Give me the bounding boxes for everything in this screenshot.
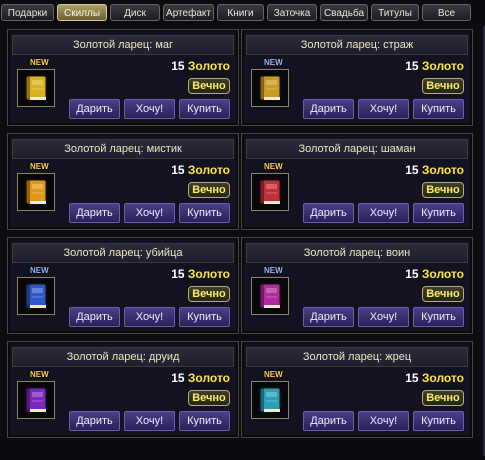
tab-all[interactable]: Все: [422, 4, 471, 21]
want-button[interactable]: Хочу!: [358, 411, 409, 431]
item-title: Золотой ларец: друид: [12, 347, 234, 367]
item-price: 15 Золото: [171, 267, 230, 281]
duration-badge: Вечно: [422, 286, 464, 302]
duration-badge: Вечно: [422, 390, 464, 406]
skill-book-icon: [259, 283, 281, 309]
duration-badge: Вечно: [188, 78, 230, 94]
gift-button[interactable]: Дарить: [69, 203, 120, 223]
item-slot[interactable]: NEW: [17, 266, 55, 315]
shop-item-warrior: Золотой ларец: воин NEW 15 Золото Вечно Дари…: [241, 237, 473, 334]
item-price: 15 Золото: [405, 163, 464, 177]
shop-item-druid: Золотой ларец: друид NEW 15 Золото Вечно Дар…: [7, 341, 239, 438]
buy-button[interactable]: Купить: [179, 99, 230, 119]
shop-item-mystic: Золотой ларец: мистик NEW 15 Золото Вечно Да…: [7, 133, 239, 230]
buy-button[interactable]: Купить: [413, 203, 464, 223]
new-badge: NEW: [264, 58, 283, 67]
want-button[interactable]: Хочу!: [124, 307, 175, 327]
new-badge: NEW: [30, 162, 49, 171]
gift-button[interactable]: Дарить: [303, 411, 354, 431]
item-slot[interactable]: NEW: [17, 162, 55, 211]
new-badge: NEW: [264, 266, 283, 275]
skill-book-icon: [259, 75, 281, 101]
skill-book-icon: [259, 387, 281, 413]
gift-button[interactable]: Дарить: [69, 307, 120, 327]
item-price: 15 Золото: [405, 371, 464, 385]
new-badge: NEW: [30, 58, 49, 67]
tab-sharpening[interactable]: Заточка: [267, 4, 317, 21]
duration-badge: Вечно: [188, 390, 230, 406]
tab-artifact[interactable]: Артефакт: [163, 4, 214, 21]
skill-book-icon: [25, 179, 47, 205]
shop-item-assassin: Золотой ларец: убийца NEW 15 Золото Вечно Да…: [7, 237, 239, 334]
duration-badge: Вечно: [188, 182, 230, 198]
duration-badge: Вечно: [422, 78, 464, 94]
new-badge: NEW: [30, 266, 49, 275]
item-slot[interactable]: NEW: [17, 58, 55, 107]
new-badge: NEW: [264, 370, 283, 379]
item-price: 15 Золото: [171, 59, 230, 73]
item-title: Золотой ларец: маг: [12, 35, 234, 55]
shop-item-mage: Золотой ларец: маг NEW 15 Золото Вечно Дарит…: [7, 29, 239, 126]
buy-button[interactable]: Купить: [179, 411, 230, 431]
item-title: Золотой ларец: шаман: [246, 139, 468, 159]
shop-item-guard: Золотой ларец: страж NEW 15 Золото Вечно Дар…: [241, 29, 473, 126]
tab-disk[interactable]: Диск: [110, 4, 160, 21]
tab-skills[interactable]: Скиллы: [57, 4, 107, 21]
gift-button[interactable]: Дарить: [69, 99, 120, 119]
item-price: 15 Золото: [171, 163, 230, 177]
tab-titles[interactable]: Титулы: [371, 4, 419, 21]
item-price: 15 Золото: [171, 371, 230, 385]
item-slot[interactable]: NEW: [251, 162, 289, 211]
item-title: Золотой ларец: воин: [246, 243, 468, 263]
gift-button[interactable]: Дарить: [303, 307, 354, 327]
shop-item-shaman: Золотой ларец: шаман NEW 15 Золото Вечно Дар…: [241, 133, 473, 230]
skill-book-icon: [25, 283, 47, 309]
gift-button[interactable]: Дарить: [303, 99, 354, 119]
category-tab-bar: Подарки Скиллы Диск Артефакт Книги Заточ…: [1, 4, 483, 24]
item-slot[interactable]: NEW: [17, 370, 55, 419]
duration-badge: Вечно: [422, 182, 464, 198]
buy-button[interactable]: Купить: [179, 203, 230, 223]
shop-item-priest: Золотой ларец: жрец NEW 15 Золото Вечно Дари…: [241, 341, 473, 438]
tab-gifts[interactable]: Подарки: [1, 4, 54, 21]
item-title: Золотой ларец: страж: [246, 35, 468, 55]
want-button[interactable]: Хочу!: [358, 99, 409, 119]
new-badge: NEW: [264, 162, 283, 171]
want-button[interactable]: Хочу!: [124, 411, 175, 431]
gift-button[interactable]: Дарить: [69, 411, 120, 431]
tab-wedding[interactable]: Свадьба: [320, 4, 368, 21]
want-button[interactable]: Хочу!: [358, 203, 409, 223]
item-title: Золотой ларец: убийца: [12, 243, 234, 263]
item-title: Золотой ларец: мистик: [12, 139, 234, 159]
buy-button[interactable]: Купить: [413, 99, 464, 119]
item-slot[interactable]: NEW: [251, 58, 289, 107]
item-title: Золотой ларец: жрец: [246, 347, 468, 367]
item-slot[interactable]: NEW: [251, 370, 289, 419]
want-button[interactable]: Хочу!: [358, 307, 409, 327]
want-button[interactable]: Хочу!: [124, 99, 175, 119]
new-badge: NEW: [30, 370, 49, 379]
gift-button[interactable]: Дарить: [303, 203, 354, 223]
duration-badge: Вечно: [188, 286, 230, 302]
skill-book-icon: [25, 75, 47, 101]
skill-book-icon: [25, 387, 47, 413]
buy-button[interactable]: Купить: [413, 307, 464, 327]
buy-button[interactable]: Купить: [179, 307, 230, 327]
buy-button[interactable]: Купить: [413, 411, 464, 431]
item-price: 15 Золото: [405, 59, 464, 73]
skill-book-icon: [259, 179, 281, 205]
item-price: 15 Золото: [405, 267, 464, 281]
tab-books[interactable]: Книги: [217, 4, 264, 21]
want-button[interactable]: Хочу!: [124, 203, 175, 223]
item-slot[interactable]: NEW: [251, 266, 289, 315]
